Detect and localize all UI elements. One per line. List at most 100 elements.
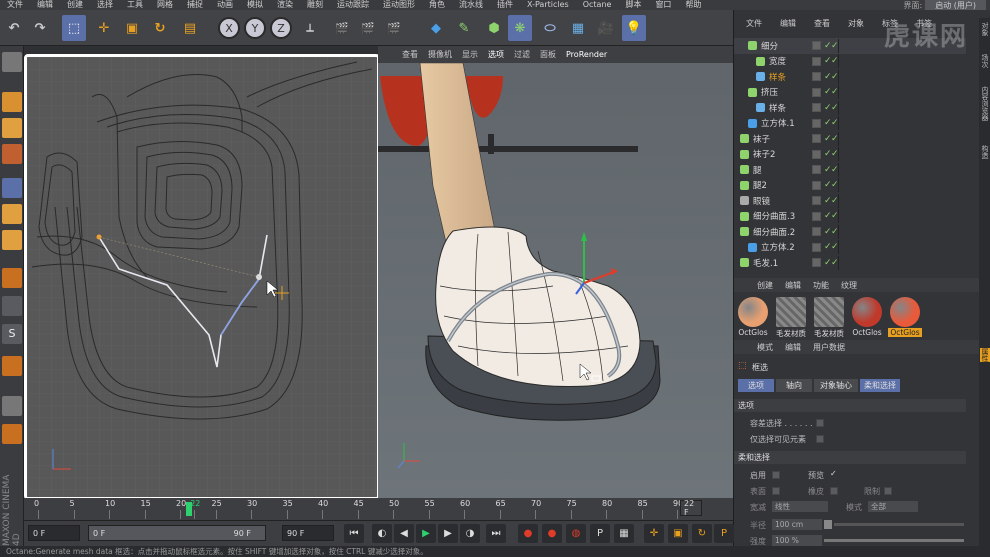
object-name[interactable]: 立方体.1 [761, 117, 795, 129]
menu-item[interactable]: 脚本 [618, 0, 648, 10]
render-view-icon[interactable]: 🎬 [330, 15, 354, 41]
menu-item[interactable]: 模拟 [240, 0, 270, 10]
material-swatch[interactable]: 毛发材质 [812, 295, 846, 340]
menu-item[interactable]: 动画 [210, 0, 240, 10]
menu-item[interactable]: 运动跟踪 [330, 0, 376, 10]
object-name[interactable]: 袜子2 [753, 148, 775, 160]
material-manager-tab[interactable]: 功能 [808, 280, 834, 291]
grid-snap-icon[interactable] [2, 424, 22, 444]
viewport-menu-item[interactable]: ProRender [562, 50, 611, 59]
object-name[interactable]: 立方体.2 [761, 241, 795, 253]
attribute-manager-tab[interactable]: 模式 [752, 342, 778, 353]
layer-checkbox[interactable] [812, 87, 821, 97]
object-name[interactable]: 袜子 [753, 133, 770, 145]
rotate-tool-icon[interactable]: ↻ [148, 15, 172, 41]
menu-item[interactable]: 工具 [120, 0, 150, 10]
layer-checkbox[interactable] [812, 165, 821, 175]
points-mode-icon[interactable] [2, 178, 22, 198]
menu-item[interactable]: 创建 [60, 0, 90, 10]
attr-tab-options[interactable]: 选项 [738, 379, 774, 392]
strength-slider[interactable] [824, 539, 964, 542]
menu-item[interactable]: 选择 [90, 0, 120, 10]
layer-checkbox[interactable] [812, 149, 821, 159]
record-icon[interactable]: ● [518, 524, 538, 543]
attr-tab-soft-selection[interactable]: 柔和选择 [860, 379, 900, 392]
layer-checkbox[interactable] [812, 242, 821, 252]
side-tab[interactable]: 内容浏览器 [980, 86, 990, 121]
menu-item[interactable]: X-Particles [520, 0, 576, 10]
layer-checkbox[interactable] [812, 134, 821, 144]
viewport-menu-item[interactable]: 选项 [484, 49, 508, 60]
mode-dropdown[interactable]: 全部 [868, 501, 918, 512]
subdivision-surface-icon[interactable]: ⬢ [482, 15, 506, 41]
y-axis-lock-button[interactable]: Y [244, 17, 266, 39]
cube-icon[interactable]: ◆ [424, 15, 448, 41]
snap-icon[interactable]: S [2, 324, 22, 344]
object-name[interactable]: 眼镜 [753, 195, 770, 207]
z-axis-lock-button[interactable]: Z [270, 17, 292, 39]
material-manager-tab[interactable]: 编辑 [780, 280, 806, 291]
go-to-start-icon[interactable]: ⏮ [344, 524, 364, 543]
render-picture-viewer-icon[interactable]: 🎬 [356, 15, 380, 41]
layer-checkbox[interactable] [812, 227, 821, 237]
object-row[interactable]: 立方体.1 ✓ ✓ [734, 116, 966, 132]
radius-slider[interactable] [834, 523, 964, 526]
interface-dropdown[interactable]: 启动 (用户) [925, 0, 986, 10]
spline-pen-icon[interactable]: ✎ [452, 15, 476, 41]
object-row[interactable]: 毛发.1 ✓ ✓ [734, 255, 966, 271]
menu-item[interactable]: 流水线 [452, 0, 490, 10]
x-axis-lock-button[interactable]: X [218, 17, 240, 39]
object-name[interactable]: 样条 [769, 102, 786, 114]
keyframe-selection-icon[interactable]: ◍ [566, 524, 586, 543]
object-name[interactable]: 腿2 [753, 179, 767, 191]
mouse-icon[interactable] [2, 296, 22, 316]
menu-item[interactable]: 文件 [0, 0, 30, 10]
start-frame-field[interactable]: 0 F [28, 525, 80, 541]
menu-item[interactable]: 雕刻 [300, 0, 330, 10]
menu-item[interactable]: 捕捉 [180, 0, 210, 10]
go-to-end-icon[interactable]: ⏭ [486, 524, 506, 543]
object-row[interactable]: 腿 ✓ ✓ [734, 162, 966, 178]
radius-slider-handle[interactable] [824, 520, 832, 529]
object-name[interactable]: 毛发.1 [753, 257, 778, 269]
visible-only-checkbox[interactable] [816, 435, 824, 443]
param-icon[interactable]: P [590, 524, 610, 543]
viewport-menu-item[interactable]: 过滤 [510, 49, 534, 60]
next-key-icon[interactable]: ◑ [460, 524, 480, 543]
object-row[interactable]: 眼镜 ✓ ✓ [734, 193, 966, 209]
object-name[interactable]: 腿 [753, 164, 762, 176]
object-manager-tab[interactable]: 查看 [806, 18, 838, 32]
polygons-mode-icon[interactable] [2, 230, 22, 250]
menu-item[interactable]: 窗口 [648, 0, 678, 10]
previous-key-icon[interactable]: ◐ [372, 524, 392, 543]
material-manager-tab[interactable]: 纹理 [836, 280, 862, 291]
layer-checkbox[interactable] [812, 196, 821, 206]
attribute-manager-tab[interactable]: 编辑 [780, 342, 806, 353]
viewport-menu-item[interactable]: 显示 [458, 49, 482, 60]
object-row[interactable]: 细分曲面.3 ✓ ✓ [734, 209, 966, 225]
layer-checkbox[interactable] [812, 56, 821, 66]
object-row[interactable]: 立方体.2 ✓ ✓ [734, 240, 966, 256]
side-tab[interactable]: 场次 [980, 54, 990, 68]
axis-mode-icon[interactable] [2, 268, 22, 288]
live-viewer-panel[interactable]: Live Viewer 1.07.01 [24, 54, 380, 500]
make-editable-icon[interactable] [2, 52, 22, 72]
material-swatch[interactable]: OctGlos [736, 295, 770, 340]
recent-tool-icon[interactable]: ▤ [178, 15, 202, 41]
lock-workplane-icon[interactable] [2, 396, 22, 416]
light-icon[interactable]: 💡 [622, 15, 646, 41]
previous-frame-icon[interactable]: ◀ [394, 524, 414, 543]
attr-tab-axis[interactable]: 轴向 [776, 379, 812, 392]
array-icon[interactable]: ❋ [508, 15, 532, 41]
menu-item[interactable]: 插件 [490, 0, 520, 10]
strength-field[interactable]: 100 % [772, 535, 822, 546]
pos-key-icon[interactable]: ✛ [644, 524, 664, 543]
select-tool-icon[interactable]: ⬚ [62, 15, 86, 41]
object-name[interactable]: 细分曲面.3 [753, 210, 795, 222]
radius-field[interactable]: 100 cm [772, 519, 822, 530]
tolerant-selection-checkbox[interactable] [816, 419, 824, 427]
object-name[interactable]: 样条 [769, 71, 786, 83]
rubber-checkbox[interactable] [830, 487, 838, 495]
menu-item[interactable]: 角色 [422, 0, 452, 10]
grid-icon[interactable]: ▦ [614, 524, 634, 543]
